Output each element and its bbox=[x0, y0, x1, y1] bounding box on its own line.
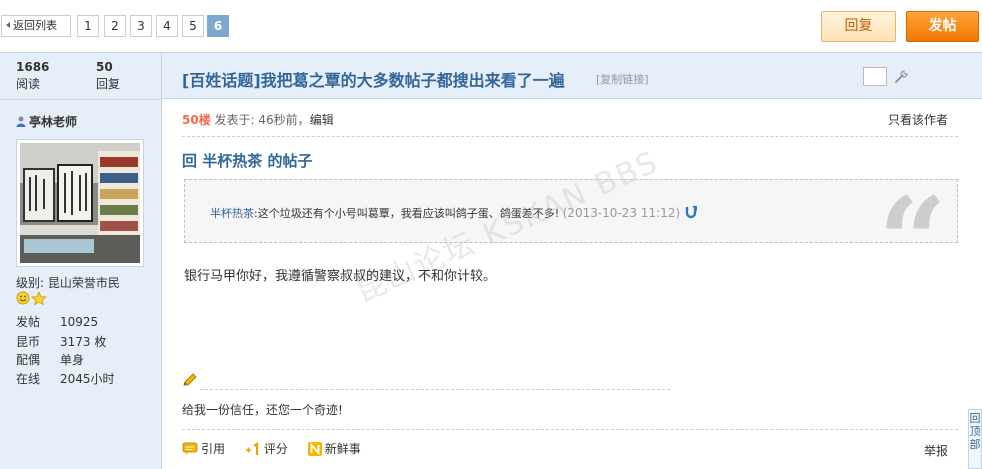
page-3-button[interactable]: 3 bbox=[130, 15, 152, 37]
signature-divider bbox=[200, 389, 670, 390]
report-link[interactable]: 举报 bbox=[924, 442, 948, 459]
chevron-left-icon bbox=[6, 22, 10, 28]
reply-button[interactable]: 回复 bbox=[821, 11, 896, 42]
signature: 给我一份信任，还您一个奇迹! bbox=[182, 403, 343, 417]
thread-titlebar: [百姓话题]我把葛之覃的大多数帖子都搜出来看了一遍 [复制链接] bbox=[162, 52, 982, 99]
stat-coins: 昆币 3173 枚 bbox=[16, 335, 107, 349]
only-author-link[interactable]: 只看该作者 bbox=[888, 111, 948, 128]
replies-count: 50 bbox=[96, 60, 113, 74]
user-icon bbox=[16, 116, 26, 127]
page-1-button[interactable]: 1 bbox=[77, 15, 99, 37]
jump-to-post-icon[interactable] bbox=[684, 205, 698, 219]
page-4-button[interactable]: 4 bbox=[156, 15, 178, 37]
stat-online: 在线 2045小时 bbox=[16, 372, 115, 386]
quote-author-link[interactable]: 半杯热茶 bbox=[210, 207, 254, 220]
new-icon bbox=[307, 441, 322, 456]
post-actions: 引用 评分 新鲜事 bbox=[182, 440, 377, 459]
copy-link-button[interactable]: [复制链接] bbox=[596, 71, 649, 87]
avatar-image bbox=[20, 143, 140, 263]
pager-bar: 返回列表 1 2 3 4 5 6 回复 发帖 bbox=[0, 0, 982, 52]
page-6-current[interactable]: 6 bbox=[207, 15, 229, 37]
pencil-icon bbox=[183, 373, 197, 386]
rate-action[interactable]: 评分 bbox=[245, 440, 288, 457]
replies-label: 回复 bbox=[96, 77, 121, 91]
replies-stat: 50 回复 bbox=[96, 60, 120, 92]
back-to-list-button[interactable]: 返回列表 bbox=[1, 15, 71, 37]
thread-stats: 1686 阅读 50 回复 bbox=[0, 53, 161, 100]
quote-text: 半杯热茶:这个垃圾还有个小号叫葛覃，我看应该叫鸽子蛋、鸽蛋差不多! (2013-… bbox=[210, 205, 698, 221]
author-name[interactable]: 亭林老师 bbox=[16, 113, 77, 130]
wrench-icon[interactable] bbox=[893, 69, 909, 85]
page-2-button[interactable]: 2 bbox=[104, 15, 126, 37]
user-level: 级别: 昆山荣誉市民 bbox=[16, 276, 120, 290]
views-count: 1686 bbox=[16, 60, 50, 74]
post-body: 银行马甲你好，我遵循警察叔叔的建议，不和你计较。 bbox=[184, 269, 497, 284]
plus-one-icon bbox=[245, 441, 258, 455]
avatar[interactable] bbox=[16, 139, 144, 267]
back-to-top-button[interactable]: 回顶部 bbox=[968, 409, 982, 469]
user-sidebar: 1686 阅读 50 回复 亭林老师 级别: 昆山荣誉市民 发帖 10925 昆… bbox=[0, 52, 162, 469]
quote-icon bbox=[182, 442, 198, 455]
user-badges bbox=[16, 291, 48, 308]
stat-posts: 发帖 10925 bbox=[16, 315, 99, 329]
views-label: 阅读 bbox=[16, 77, 41, 91]
divider bbox=[182, 136, 958, 137]
stat-spouse: 配偶 单身 bbox=[16, 353, 85, 367]
news-action[interactable]: 新鲜事 bbox=[307, 440, 361, 457]
views-stat: 1686 阅读 bbox=[16, 60, 49, 92]
font-size-box[interactable] bbox=[863, 67, 887, 86]
quote-mark-icon: “ bbox=[878, 182, 947, 243]
floor-number: 50楼 bbox=[182, 113, 211, 127]
new-post-button[interactable]: 发帖 bbox=[906, 11, 979, 42]
post-main: [百姓话题]我把葛之覃的大多数帖子都搜出来看了一遍 [复制链接] 50楼 发表于… bbox=[162, 52, 982, 469]
page-5-button[interactable]: 5 bbox=[182, 15, 204, 37]
smiley-star-icon bbox=[16, 291, 47, 306]
edit-link[interactable]: 编辑 bbox=[310, 113, 334, 127]
reply-heading: 回 半杯热茶 的帖子 bbox=[182, 152, 313, 170]
thread-title[interactable]: [百姓话题]我把葛之覃的大多数帖子都搜出来看了一遍 bbox=[182, 67, 565, 91]
quote-action[interactable]: 引用 bbox=[182, 440, 225, 457]
post-meta: 50楼 发表于: 46秒前，编辑 bbox=[182, 113, 334, 127]
posted-time: 发表于: 46秒前 bbox=[214, 113, 298, 127]
divider bbox=[182, 429, 958, 430]
